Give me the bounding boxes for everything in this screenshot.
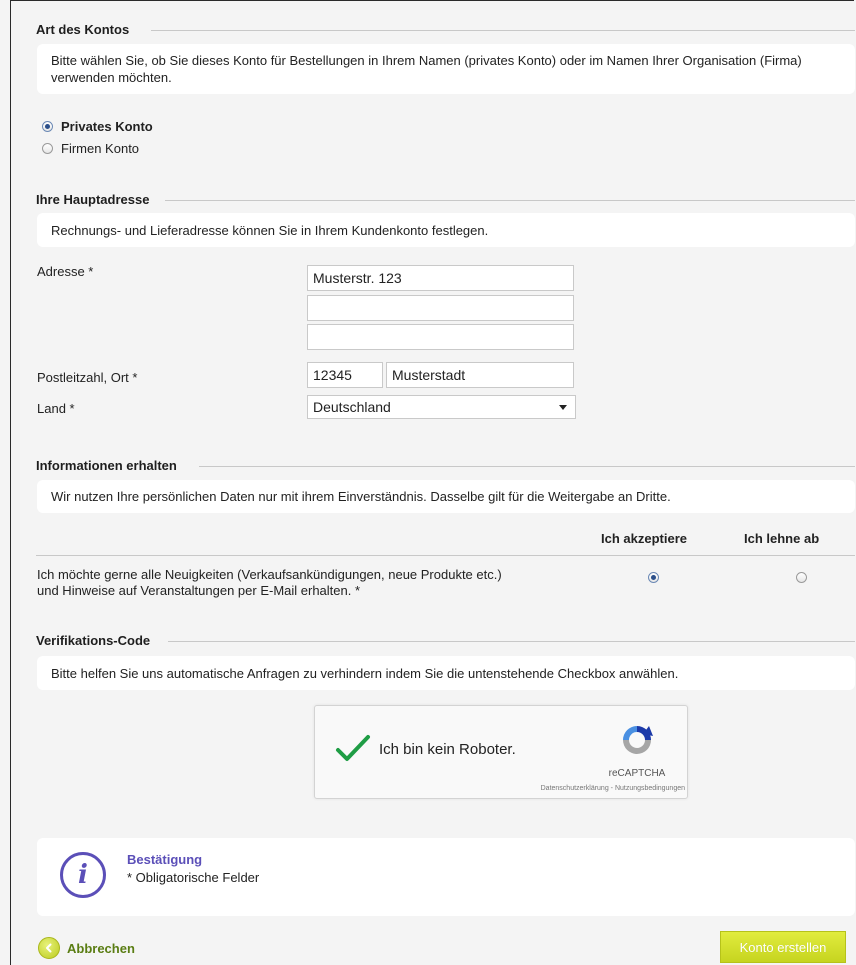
- section-divider: [199, 466, 855, 467]
- newsletter-info: Wir nutzen Ihre persönlichen Daten nur m…: [37, 480, 855, 513]
- section-title-account-type: Art des Kontos: [36, 22, 129, 37]
- cancel-label: Abbrechen: [67, 940, 135, 956]
- address-line-2-input[interactable]: [307, 295, 574, 321]
- cancel-button[interactable]: Abbrechen: [38, 937, 135, 959]
- country-label: Land *: [37, 401, 75, 416]
- country-select[interactable]: Deutschland: [307, 395, 576, 419]
- confirmation-title: Bestätigung: [127, 852, 203, 867]
- radio-icon-selected[interactable]: [42, 121, 53, 132]
- section-divider: [151, 30, 855, 31]
- address-line-3-input[interactable]: [307, 324, 574, 350]
- country-selected-value: Deutschland: [313, 399, 391, 415]
- city-input[interactable]: [386, 362, 574, 388]
- section-title-newsletter: Informationen erhalten: [36, 458, 177, 473]
- checkmark-icon[interactable]: [335, 734, 371, 764]
- section-title-verification: Verifikations-Code: [36, 633, 150, 648]
- section-title-text: Ihre Hauptadresse: [36, 192, 150, 207]
- accept-column-header: Ich akzeptiere: [601, 531, 687, 546]
- recaptcha-widget: Ich bin kein Roboter. reCAPTCHA Datensch…: [314, 705, 688, 799]
- newsletter-question-line: Ich möchte gerne alle Neuigkeiten (Verka…: [37, 567, 502, 582]
- section-divider: [168, 641, 855, 642]
- radio-label-private: Privates Konto: [61, 119, 153, 134]
- newsletter-question-line: und Hinweise auf Veranstaltungen per E-M…: [37, 583, 361, 598]
- section-title-text: Verifikations-Code: [36, 633, 151, 648]
- registration-form: Art des Kontos Bitte wählen Sie, ob Sie …: [10, 0, 855, 965]
- recaptcha-logo-icon: [623, 726, 653, 754]
- create-account-button[interactable]: Konto erstellen: [720, 931, 846, 963]
- zip-city-label: Postleitzahl, Ort *: [37, 370, 138, 385]
- account-type-info: Bitte wählen Sie, ob Sie dieses Konto fü…: [37, 44, 855, 94]
- section-title-text: Informationen erhalten: [36, 458, 177, 473]
- radio-label-company: Firmen Konto: [61, 141, 140, 156]
- radio-private-account[interactable]: Privates Konto: [42, 119, 153, 134]
- address-line-1-input[interactable]: [307, 265, 574, 291]
- captcha-links[interactable]: Datenschutzerklärung - Nutzungsbedingung…: [475, 785, 685, 792]
- chevron-down-icon: [559, 405, 567, 410]
- verification-info: Bitte helfen Sie uns automatische Anfrag…: [37, 656, 855, 690]
- newsletter-decline-radio[interactable]: [795, 572, 807, 584]
- address-label: Adresse *: [37, 264, 94, 279]
- section-divider: [165, 200, 855, 201]
- main-address-info-text: Rechnungs- und Lieferadresse können Sie …: [51, 222, 489, 238]
- newsletter-info-text: Wir nutzen Ihre persönlichen Daten nur m…: [51, 489, 671, 504]
- newsletter-question: Ich möchte gerne alle Neuigkeiten (Verka…: [37, 567, 502, 599]
- captcha-brand: reCAPTCHA: [608, 768, 666, 779]
- captcha-label: Ich bin kein Roboter.: [379, 741, 516, 758]
- main-address-info: Rechnungs- und Lieferadresse können Sie …: [37, 213, 855, 247]
- arrow-left-icon: [38, 937, 60, 959]
- radio-company-account[interactable]: Firmen Konto: [42, 141, 139, 156]
- info-icon: i: [60, 852, 106, 898]
- confirmation-text: * Obligatorische Felder: [127, 870, 260, 885]
- verification-info-text: Bitte helfen Sie uns automatische Anfrag…: [51, 665, 679, 681]
- section-title-main-address: Ihre Hauptadresse: [36, 192, 149, 207]
- account-type-info-text: Bitte wählen Sie, ob Sie dieses Konto fü…: [51, 53, 802, 85]
- create-account-label: Konto erstellen: [739, 939, 827, 955]
- radio-icon[interactable]: [42, 143, 53, 154]
- table-divider: [36, 555, 855, 556]
- zip-input[interactable]: [307, 362, 383, 388]
- confirmation-box: i Bestätigung * Obligatorische Felder: [37, 838, 855, 916]
- newsletter-accept-radio[interactable]: [648, 572, 659, 584]
- decline-column-header: Ich lehne ab: [744, 531, 820, 546]
- section-title-text: Art des Kontos: [36, 22, 130, 37]
